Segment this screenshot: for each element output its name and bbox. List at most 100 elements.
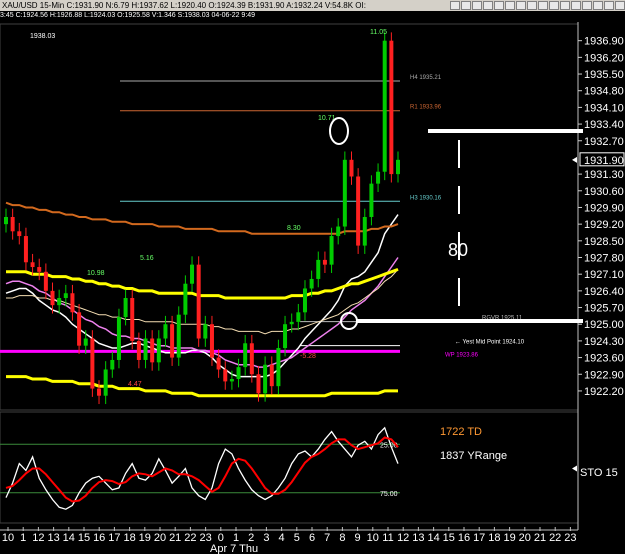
x-tick-label: 7 — [324, 532, 330, 544]
candle-body — [23, 236, 28, 263]
y-tick-label: 1936.90 — [584, 36, 624, 48]
candle-body — [196, 264, 201, 339]
candle-body — [110, 359, 115, 370]
y-tick-label: 1929.90 — [584, 202, 624, 214]
y-tick-label: 1927.80 — [584, 253, 624, 265]
highlight-circle — [329, 117, 349, 145]
candle-body — [322, 259, 327, 265]
candle-body — [296, 312, 301, 322]
highlight-circle — [340, 312, 358, 330]
chart-canvas: 1936.90 1936.20 1935.50 1934.80 1934.10 1933.… — [0, 22, 625, 554]
candle-body — [10, 217, 15, 232]
x-tick-label: 15 — [443, 532, 455, 544]
annotation-label: 4.47 — [128, 381, 142, 388]
level-label: H3 1930.16 — [410, 195, 442, 201]
x-tick-label: 19 — [503, 532, 515, 544]
candle-body — [356, 176, 361, 246]
candle-body — [17, 231, 22, 237]
x-tick-label: 3 — [263, 532, 269, 544]
candle-body — [209, 324, 214, 358]
stochastic-line — [5, 436, 399, 503]
candle-body — [70, 293, 75, 313]
x-tick-label: 22 — [184, 532, 196, 544]
x-tick-label: 5 — [294, 532, 300, 544]
candle-body — [37, 267, 42, 272]
candle-body — [302, 288, 307, 313]
x-tick-label: 12 — [32, 532, 44, 544]
x-tick-label: 14 — [427, 532, 439, 544]
y-tick-label: 1934.10 — [584, 102, 624, 114]
x-tick-label: 20 — [519, 532, 531, 544]
x-tick-label: 10 — [367, 532, 379, 544]
candle-body — [396, 159, 400, 175]
sto-marker-arrow — [572, 465, 577, 472]
x-tick-label: 16 — [93, 532, 105, 544]
candle-body — [63, 293, 68, 299]
candle-body — [90, 338, 95, 389]
x-tick-label: 13 — [47, 532, 59, 544]
candle-body — [50, 290, 55, 306]
candle-body — [243, 343, 248, 368]
candle-body — [263, 364, 268, 394]
x-tick-label: 16 — [458, 532, 470, 544]
annotation-label: 5.16 — [140, 255, 154, 262]
candle-body — [376, 171, 381, 184]
x-tick-label: 19 — [139, 532, 151, 544]
candle-body — [309, 278, 314, 289]
sto-axis-label: STO 15 — [580, 467, 618, 479]
x-tick-label: 12 — [397, 532, 409, 544]
sto-tick-label: 75.00 — [380, 491, 398, 498]
x-tick-label: 10 — [2, 532, 14, 544]
moving-average-line — [6, 375, 398, 398]
y-tick-label: 1936.20 — [584, 52, 624, 64]
candle-body — [103, 369, 108, 396]
candle-body — [150, 338, 155, 363]
candle-body — [329, 236, 334, 265]
x-tick-label: 22 — [549, 532, 561, 544]
level-label: ← Yest Mid Point 1924.10 — [455, 340, 525, 346]
y-tick-label: 1935.50 — [584, 69, 624, 81]
x-date-label: Apr 7 Thu — [210, 543, 258, 554]
x-tick-label: 17 — [108, 532, 120, 544]
x-tick-label: 13 — [412, 532, 424, 544]
candle-body — [223, 369, 228, 382]
sto-legend-yrange: 1837 YRange — [440, 450, 507, 462]
candle-body — [203, 324, 208, 339]
candle-body — [216, 357, 221, 370]
candle-body — [170, 324, 175, 358]
y-tick-label: 1924.30 — [584, 336, 624, 348]
candle-body — [256, 374, 261, 394]
candle-body — [349, 159, 354, 177]
x-tick-label: 18 — [123, 532, 135, 544]
x-tick-label: 14 — [63, 532, 75, 544]
candle-body — [269, 364, 274, 387]
candle-body — [283, 324, 288, 349]
annotation-label: 11.05 — [370, 29, 387, 36]
x-tick-label: 21 — [169, 532, 181, 544]
x-tick-label: 6 — [309, 532, 315, 544]
x-tick-label: 9 — [355, 532, 361, 544]
candle-body — [83, 338, 88, 346]
annotation-label: -5.28 — [300, 353, 316, 360]
candle-body — [57, 298, 62, 306]
candle-body — [382, 40, 387, 172]
candle-body — [176, 314, 181, 358]
range-label: 80 — [448, 240, 468, 260]
y-tick-label: 1934.80 — [584, 86, 624, 98]
current-price-arrow — [572, 156, 577, 163]
candle-body — [362, 217, 367, 246]
level-label: WP 1923.86 — [445, 352, 479, 358]
x-tick-label: 4 — [279, 532, 285, 544]
level-label: R1 1933.96 — [410, 105, 442, 111]
x-tick-label: 20 — [154, 532, 166, 544]
y-tick-label: 1928.50 — [584, 236, 624, 248]
x-tick-label: 15 — [78, 532, 90, 544]
sto-panel — [0, 411, 579, 524]
x-tick-label: 23 — [564, 532, 576, 544]
candle-body — [136, 340, 141, 360]
x-tick-label: 17 — [473, 532, 485, 544]
candle-body — [4, 217, 8, 225]
candle-body — [236, 367, 241, 380]
level-label: H4 1935.21 — [410, 75, 442, 81]
x-tick-label: 21 — [534, 532, 546, 544]
